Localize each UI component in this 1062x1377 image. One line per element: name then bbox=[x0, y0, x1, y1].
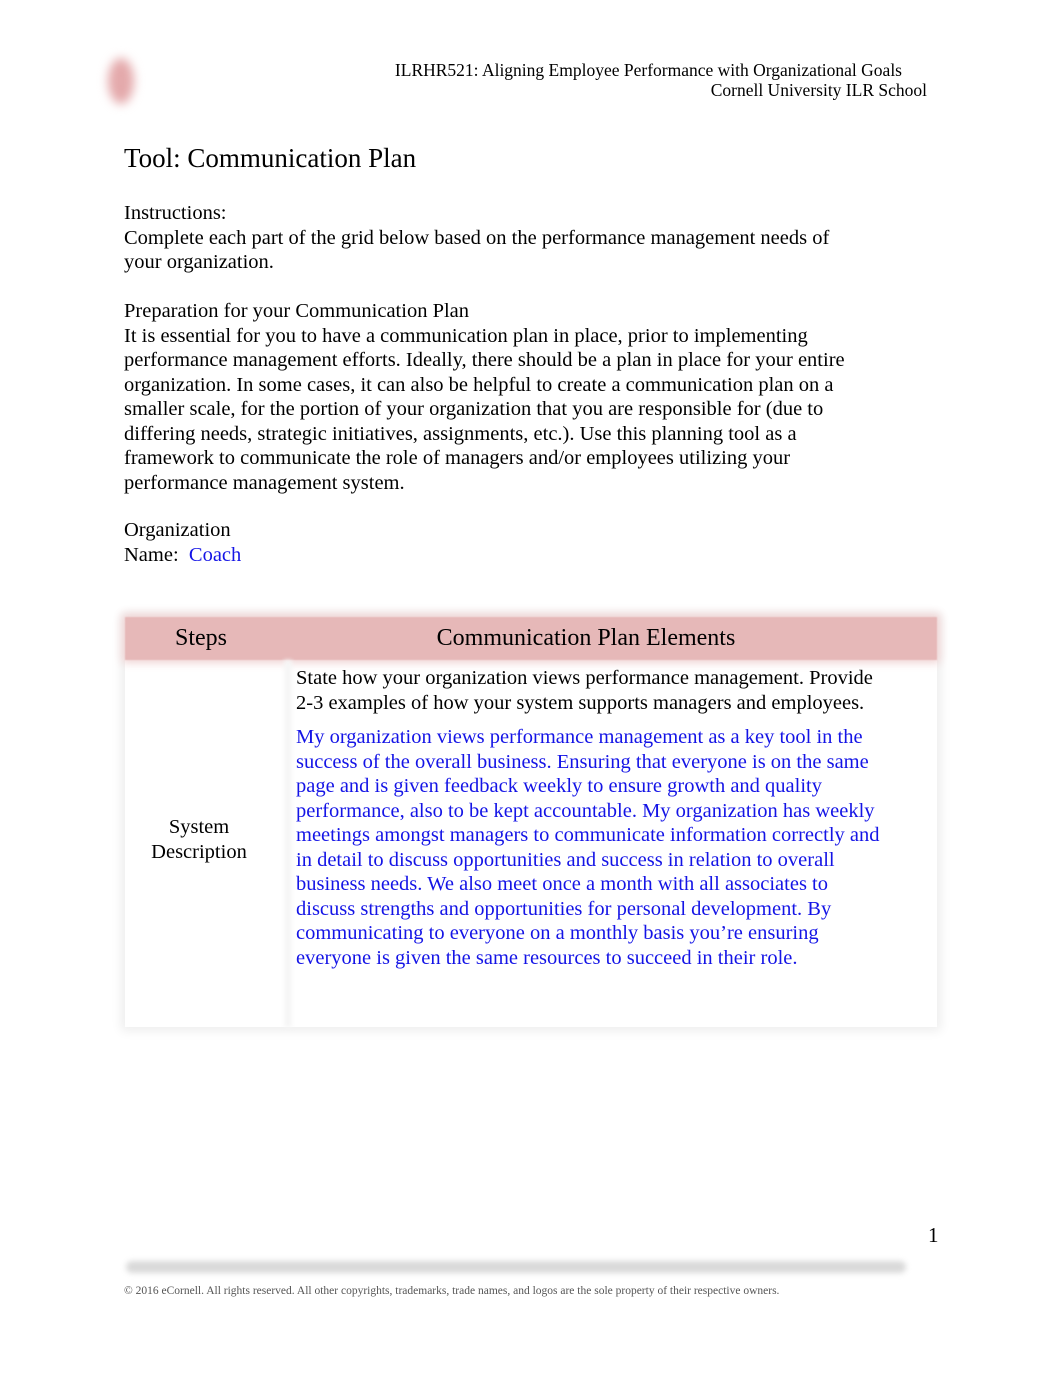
column-divider bbox=[284, 660, 292, 1027]
instructions-section: Instructions: Complete each part of the … bbox=[124, 201, 864, 275]
instructions-text: Complete each part of the grid below bas… bbox=[124, 226, 830, 274]
step-label-line2: Description bbox=[151, 840, 247, 863]
cornell-logo-icon bbox=[108, 58, 134, 104]
page-title: Tool: Communication Plan bbox=[124, 143, 417, 173]
document-header: ILRHR521: Aligning Employee Performance … bbox=[395, 60, 927, 100]
element-cell-system-description: State how your organization views perfor… bbox=[296, 666, 886, 970]
school-name: Cornell University ILR School bbox=[710, 80, 927, 100]
preparation-heading: Preparation for your Communication Plan bbox=[124, 300, 470, 322]
communication-plan-table: Steps Communication Plan Elements System… bbox=[125, 617, 937, 1027]
column-header-elements: Communication Plan Elements bbox=[436, 625, 736, 651]
element-answer[interactable]: My organization views performance manage… bbox=[296, 725, 886, 970]
organization-name-section: Organization Name: Coach bbox=[124, 518, 864, 567]
course-title: ILRHR521: Aligning Employee Performance … bbox=[394, 60, 902, 80]
step-cell-system-description: System Description bbox=[125, 815, 273, 864]
step-label-line1: System bbox=[168, 816, 230, 838]
preparation-section: Preparation for your Communication Plan … bbox=[124, 299, 864, 495]
page-number: 1 bbox=[928, 1223, 939, 1247]
preparation-text: It is essential for you to have a commun… bbox=[124, 324, 845, 494]
copyright-notice: © 2016 eCornell. All rights reserved. Al… bbox=[124, 1285, 780, 1297]
footer-divider bbox=[126, 1261, 906, 1273]
element-prompt: State how your organization views perfor… bbox=[296, 667, 873, 714]
name-label: Name: bbox=[124, 543, 179, 566]
organization-name-value[interactable]: Coach bbox=[189, 544, 241, 566]
organization-label: Organization bbox=[124, 519, 231, 541]
instructions-heading: Instructions: bbox=[124, 202, 227, 224]
column-header-steps: Steps bbox=[174, 625, 227, 651]
